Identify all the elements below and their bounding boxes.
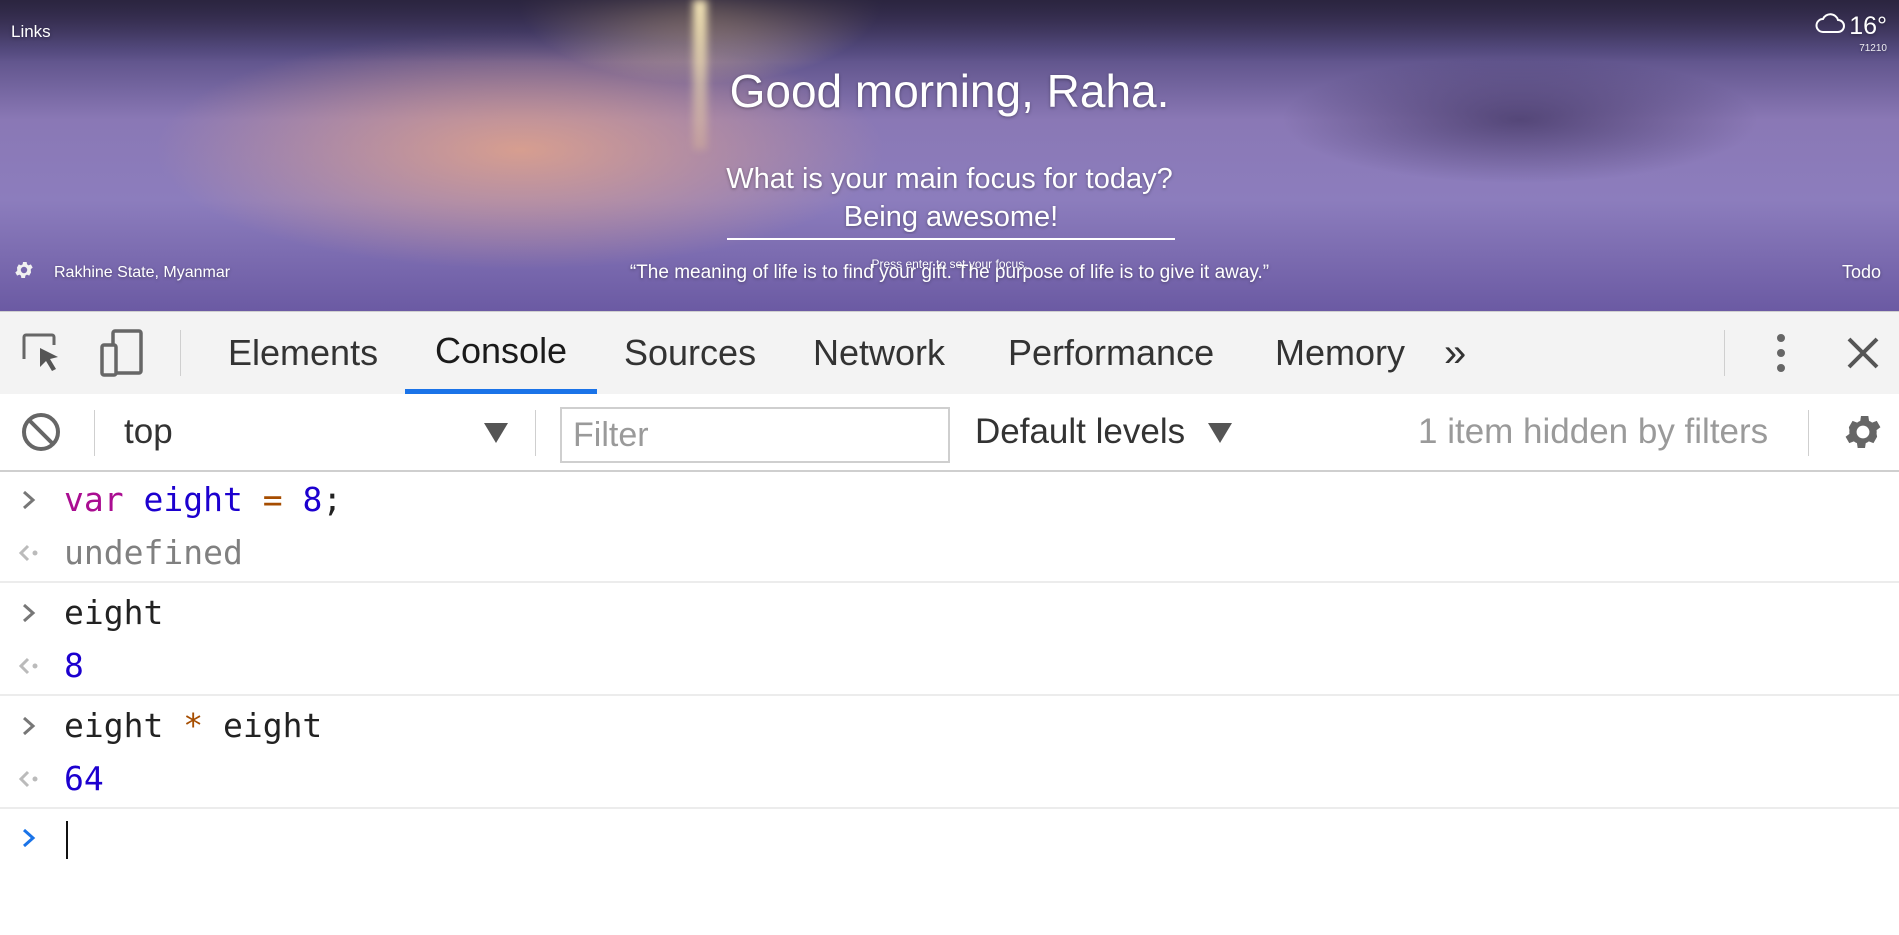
console-prompt-line[interactable] xyxy=(0,813,1899,863)
levels-dropdown-icon xyxy=(1208,423,1232,443)
console-result-line: 8 xyxy=(0,641,1899,691)
tab-memory[interactable]: Memory xyxy=(1245,312,1435,394)
photo-location[interactable]: Rakhine State, Myanmar xyxy=(54,264,230,282)
console-toolbar: top Default levels 1 item hidden by filt… xyxy=(0,394,1899,472)
weather-widget[interactable]: 16° 71210 xyxy=(1815,12,1887,54)
tab-elements[interactable]: Elements xyxy=(198,312,408,394)
quote[interactable]: “The meaning of life is to find your gif… xyxy=(0,262,1899,284)
more-tabs-icon[interactable]: » xyxy=(1432,312,1478,394)
log-levels-dropdown[interactable]: Default levels xyxy=(975,394,1235,470)
toolbar-divider xyxy=(1808,410,1809,456)
result-arrow-icon xyxy=(14,528,44,578)
context-dropdown-icon xyxy=(484,423,508,443)
console-input-line[interactable]: var eight = 8; xyxy=(0,475,1899,525)
hidden-items-status: 1 item hidden by filters xyxy=(1418,412,1769,451)
input-chevron-icon xyxy=(14,588,44,638)
focus-question: What is your main focus for today? xyxy=(726,163,1173,195)
devtools-tabbar: Elements Console Sources Network Perform… xyxy=(0,312,1899,395)
tab-network[interactable]: Network xyxy=(783,312,975,394)
console-result: undefined xyxy=(64,533,243,572)
console-result-line: 64 xyxy=(0,754,1899,804)
console-result: 8 xyxy=(64,646,84,685)
close-devtools-icon[interactable] xyxy=(1838,327,1888,379)
console-input-line[interactable]: eight * eight xyxy=(0,701,1899,751)
result-arrow-icon xyxy=(14,641,44,691)
console-result-line: undefined xyxy=(0,528,1899,578)
toolbar-divider xyxy=(1724,330,1725,376)
console-command: var eight = 8; xyxy=(64,480,343,519)
links-button[interactable]: Links xyxy=(11,22,51,42)
context-selector[interactable]: top xyxy=(108,394,518,470)
device-toolbar-icon[interactable] xyxy=(97,327,147,379)
toolbar-divider xyxy=(94,410,95,456)
toolbar-divider xyxy=(535,410,536,456)
filter-input[interactable] xyxy=(560,407,950,463)
greeting: Good morning, Raha. xyxy=(729,65,1170,117)
focus-field-wrapper xyxy=(727,200,1175,240)
result-arrow-icon xyxy=(14,754,44,804)
inspect-element-icon[interactable] xyxy=(17,327,67,379)
settings-gear-icon[interactable] xyxy=(13,259,35,281)
input-chevron-icon xyxy=(14,475,44,525)
console-settings-gear-icon[interactable] xyxy=(1838,406,1888,458)
console-input-line[interactable]: eight xyxy=(0,588,1899,638)
prompt-chevron-icon xyxy=(14,813,44,863)
todo-button[interactable]: Todo xyxy=(1842,262,1881,283)
devtools-panel: Elements Console Sources Network Perform… xyxy=(0,311,1899,935)
more-options-icon[interactable] xyxy=(1756,327,1806,379)
console-entry: var eight = 8; undefined xyxy=(0,470,1899,583)
console-messages: var eight = 8; undefined eight 8 eight *… xyxy=(0,470,1899,869)
toolbar-divider xyxy=(180,330,181,376)
console-command: eight xyxy=(64,593,164,632)
weather-location: 71210 xyxy=(1859,43,1887,54)
tab-performance[interactable]: Performance xyxy=(978,312,1244,394)
log-levels-value: Default levels xyxy=(975,412,1186,451)
console-entry: eight 8 xyxy=(0,583,1899,696)
console-result: 64 xyxy=(64,759,104,798)
temperature: 16° xyxy=(1849,12,1887,40)
tab-console[interactable]: Console xyxy=(405,312,598,394)
console-command: eight * eight xyxy=(64,706,323,745)
context-value: top xyxy=(124,412,173,451)
console-entry: eight * eight 64 xyxy=(0,696,1899,809)
focus-input[interactable] xyxy=(727,200,1175,240)
cloud-icon xyxy=(1815,12,1846,41)
new-tab-page: Links 16° 71210 Good morning, Raha. What… xyxy=(0,0,1899,311)
clear-console-icon[interactable] xyxy=(16,406,66,458)
text-caret xyxy=(66,820,68,859)
console-prompt[interactable] xyxy=(0,809,1899,869)
background-image xyxy=(0,0,1899,62)
console-prompt-input[interactable] xyxy=(64,813,68,863)
tab-sources[interactable]: Sources xyxy=(594,312,786,394)
input-chevron-icon xyxy=(14,701,44,751)
